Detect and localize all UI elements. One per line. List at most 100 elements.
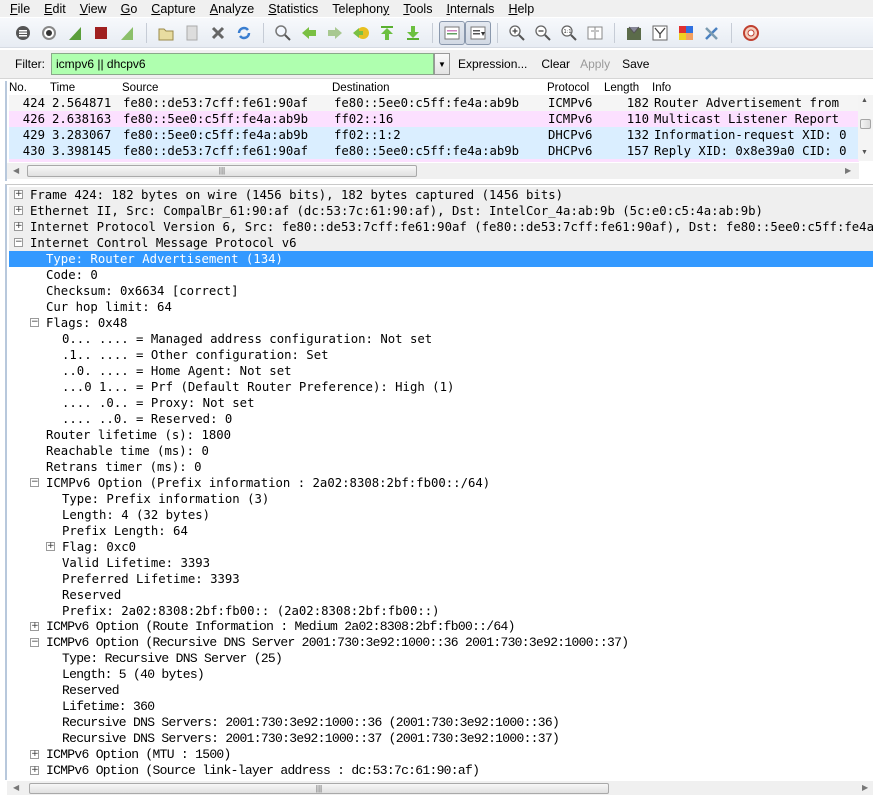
colorize-button[interactable] (439, 20, 465, 45)
menu-go[interactable]: Go (121, 2, 138, 16)
tree-item[interactable]: Checksum: 0x6634 [correct] (9, 283, 873, 299)
scroll-left-icon[interactable]: ◀ (13, 166, 19, 175)
go-forward-button[interactable] (322, 21, 348, 45)
column-header-destination[interactable]: Destination (332, 82, 390, 94)
tree-item[interactable]: Code: 0 (9, 267, 873, 283)
tree-item[interactable]: 0... .... = Managed address configuratio… (9, 331, 873, 347)
tree-item[interactable]: Recursive DNS Servers: 2001:730:3e92:100… (9, 731, 873, 747)
tree-item[interactable]: Router lifetime (s): 1800 (9, 427, 873, 443)
go-last-button[interactable] (400, 21, 426, 45)
tree-item[interactable]: .... .0.. = Proxy: Not set (9, 395, 873, 411)
expand-icon[interactable]: + (46, 542, 55, 551)
tree-item[interactable]: Reserved (9, 587, 873, 603)
tree-item[interactable]: − ICMPv6 Option (Recursive DNS Server 200… (9, 635, 873, 651)
tree-item[interactable]: + Ethernet II, Src: CompalBr_61:90:af (dc… (9, 203, 873, 219)
scroll-left-icon[interactable]: ◀ (13, 783, 19, 792)
tree-item[interactable]: + Internet Protocol Version 6, Src: fe80:… (9, 219, 873, 235)
menu-tools[interactable]: Tools (403, 2, 432, 16)
tree-item[interactable]: Recursive DNS Servers: 2001:730:3e92:100… (9, 715, 873, 731)
expand-icon[interactable]: + (30, 622, 39, 631)
packet-row[interactable]: 426 2.638163 fe80::5ee0:c5ff:fe4a:ab9b ff02… (9, 111, 859, 127)
expand-icon[interactable]: + (14, 222, 23, 231)
packet-list-hscrollbar[interactable]: ◀ ||| ▶ (7, 163, 859, 179)
apply-button[interactable]: Apply (580, 57, 610, 71)
stop-capture-button[interactable] (88, 21, 114, 45)
packet-row[interactable]: 430 3.398145 fe80::de53:7cff:fe61:90af fe80… (9, 143, 859, 159)
scroll-right-icon[interactable]: ▶ (862, 783, 868, 792)
tree-item[interactable]: Cur hop limit: 64 (9, 299, 873, 315)
zoom-normal-button[interactable]: 1:1 (556, 21, 582, 45)
save-file-button[interactable] (179, 21, 205, 45)
tree-item[interactable]: ..0. .... = Home Agent: Not set (9, 363, 873, 379)
packet-row-partial[interactable] (9, 159, 859, 162)
scroll-up-icon[interactable]: ▲ (861, 97, 868, 104)
preferences-button[interactable] (699, 21, 725, 45)
resize-columns-button[interactable] (582, 21, 608, 45)
tree-item[interactable]: + ICMPv6 Option (Source link-layer addres… (9, 763, 873, 779)
column-header-length[interactable]: Length (604, 82, 639, 94)
column-header-no[interactable]: No. (9, 82, 27, 94)
go-first-button[interactable] (374, 21, 400, 45)
tree-item[interactable]: − ICMPv6 Option (Prefix information : 2a0… (9, 475, 873, 491)
capture-filters-button[interactable] (621, 21, 647, 45)
expand-icon[interactable]: + (30, 750, 39, 759)
tree-item[interactable]: .... ..0. = Reserved: 0 (9, 411, 873, 427)
menu-statistics[interactable]: Statistics (268, 2, 318, 16)
close-file-button[interactable] (205, 21, 231, 45)
menu-internals[interactable]: Internals (446, 2, 494, 16)
tree-item[interactable]: Prefix Length: 64 (9, 523, 873, 539)
help-button[interactable] (738, 21, 764, 45)
tree-item[interactable]: + Frame 424: 182 bytes on wire (1456 bits… (9, 187, 873, 203)
tree-item[interactable]: − Internet Control Message Protocol v6 (9, 235, 873, 251)
tree-item[interactable]: .1.. .... = Other configuration: Set (9, 347, 873, 363)
open-file-button[interactable] (153, 21, 179, 45)
expand-icon[interactable]: + (30, 766, 39, 775)
scroll-thumb[interactable] (860, 119, 871, 129)
filter-history-dropdown[interactable]: ▼ (434, 53, 450, 75)
collapse-icon[interactable]: − (14, 238, 23, 247)
collapse-icon[interactable]: − (30, 318, 39, 327)
tree-item[interactable]: Retrans timer (ms): 0 (9, 459, 873, 475)
tree-item[interactable]: − Flags: 0x48 (9, 315, 873, 331)
menu-file[interactable]: File (10, 2, 30, 16)
scroll-right-icon[interactable]: ▶ (845, 166, 851, 175)
menu-help[interactable]: Help (508, 2, 534, 16)
interface-list-button[interactable] (10, 21, 36, 45)
start-capture-button[interactable] (62, 21, 88, 45)
expand-icon[interactable]: + (14, 206, 23, 215)
hscroll-thumb[interactable]: ||| (29, 783, 609, 794)
tree-item[interactable]: Valid Lifetime: 3393 (9, 555, 873, 571)
packet-list-vscrollbar[interactable]: ▲ ▼ (858, 95, 873, 161)
tree-item[interactable]: ...0 1... = Prf (Default Router Preferen… (9, 379, 873, 395)
save-button[interactable]: Save (622, 57, 649, 71)
column-header-protocol[interactable]: Protocol (547, 82, 589, 94)
tree-item[interactable]: Length: 5 (40 bytes) (9, 667, 873, 683)
column-header-source[interactable]: Source (122, 82, 158, 94)
find-packet-button[interactable] (270, 21, 296, 45)
menu-view[interactable]: View (80, 2, 107, 16)
collapse-icon[interactable]: − (30, 478, 39, 487)
tree-item[interactable]: Lifetime: 360 (9, 699, 873, 715)
packet-row[interactable]: 424 2.564871 fe80::de53:7cff:fe61:90af fe80… (9, 95, 859, 111)
details-hscrollbar[interactable]: ◀ ||| ▶ (7, 781, 873, 795)
tree-item[interactable]: Type: Prefix information (3) (9, 491, 873, 507)
tree-item[interactable]: + ICMPv6 Option (MTU : 1500) (9, 747, 873, 763)
tree-item[interactable]: Prefix: 2a02:8308:2bf:fb00:: (2a02:8308:… (9, 603, 873, 619)
menu-analyze[interactable]: Analyze (210, 2, 254, 16)
zoom-in-button[interactable] (504, 21, 530, 45)
display-filters-button[interactable] (647, 21, 673, 45)
tree-item-selected[interactable]: Type: Router Advertisement (134) (9, 251, 873, 267)
expression-button[interactable]: Expression... (458, 57, 527, 71)
go-back-button[interactable] (296, 21, 322, 45)
column-header-info[interactable]: Info (652, 82, 671, 94)
tree-item[interactable]: Length: 4 (32 bytes) (9, 507, 873, 523)
tree-item[interactable]: + ICMPv6 Option (Route Information : Medi… (9, 619, 873, 635)
display-filter-input[interactable] (51, 53, 434, 75)
menu-capture[interactable]: Capture (151, 2, 195, 16)
clear-button[interactable]: Clear (541, 57, 570, 71)
capture-options-button[interactable] (36, 21, 62, 45)
column-header-time[interactable]: Time (50, 82, 75, 94)
tree-item[interactable]: Preferred Lifetime: 3393 (9, 571, 873, 587)
tree-item[interactable]: Reserved (9, 683, 873, 699)
menu-telephony[interactable]: Telephony (332, 2, 389, 16)
